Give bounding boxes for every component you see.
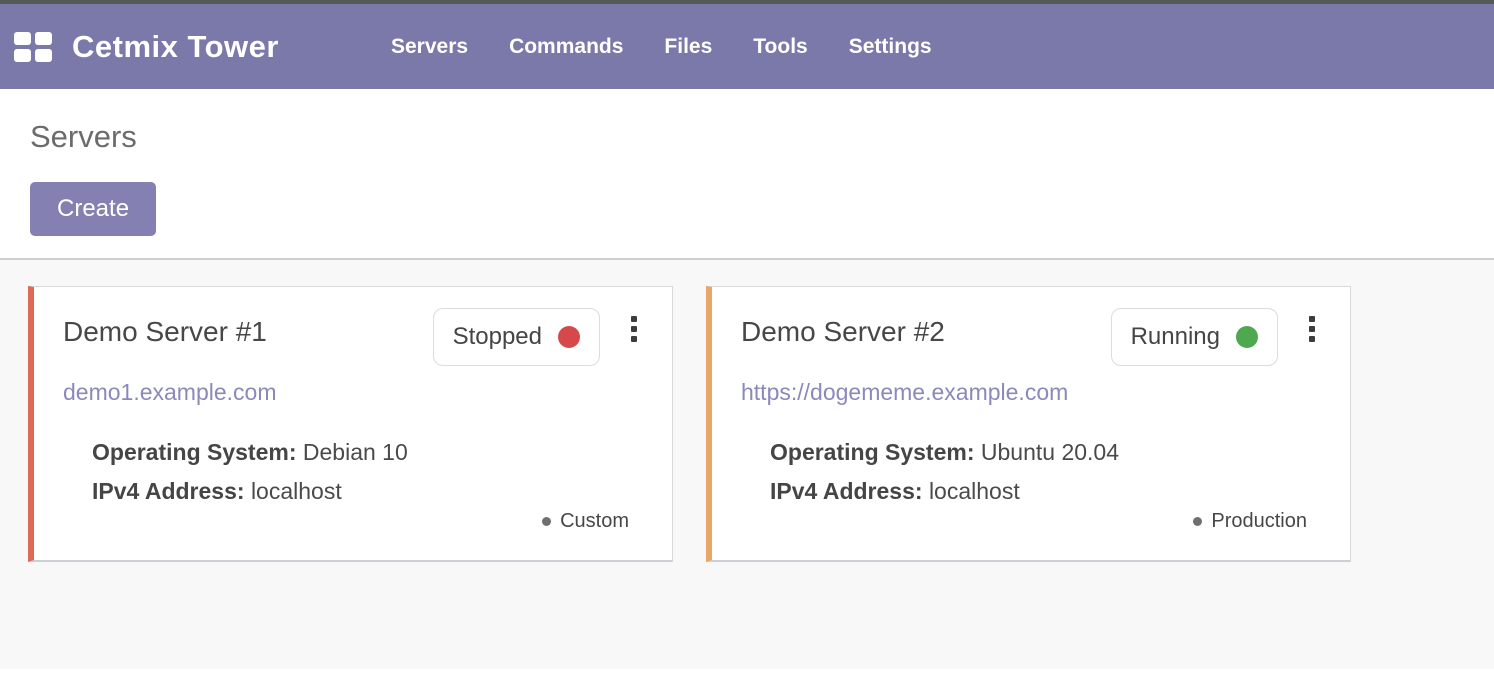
menu-item-settings[interactable]: Settings bbox=[849, 35, 932, 59]
kebab-menu-icon[interactable] bbox=[1304, 313, 1320, 345]
menu-item-servers[interactable]: Servers bbox=[391, 35, 468, 59]
menu-item-tools[interactable]: Tools bbox=[753, 35, 807, 59]
status-label: Running bbox=[1131, 323, 1220, 351]
os-label: Operating System: bbox=[92, 439, 297, 465]
ip-value: localhost bbox=[251, 478, 342, 504]
os-value: Ubuntu 20.04 bbox=[981, 439, 1119, 465]
ip-label: IPv4 Address: bbox=[92, 478, 245, 504]
server-details: Operating System: Debian 10 IPv4 Address… bbox=[92, 433, 642, 511]
kebab-menu-icon[interactable] bbox=[626, 313, 642, 345]
main-menu: Servers Commands Files Tools Settings bbox=[391, 35, 932, 59]
status-dot-icon bbox=[1236, 326, 1258, 348]
apps-grid-icon bbox=[14, 32, 53, 62]
server-tag: Custom bbox=[542, 510, 629, 533]
server-card[interactable]: Demo Server #2 Running https://dogememe.… bbox=[706, 286, 1351, 562]
os-field: Operating System: Ubuntu 20.04 bbox=[770, 433, 1320, 472]
tag-dot-icon bbox=[542, 517, 551, 526]
server-url-link[interactable]: demo1.example.com bbox=[63, 379, 277, 406]
page-header: Servers Create bbox=[0, 89, 1494, 258]
card-header: Demo Server #1 Stopped bbox=[63, 308, 642, 366]
status-label: Stopped bbox=[453, 323, 542, 351]
server-tag: Production bbox=[1193, 510, 1307, 533]
tag-label: Custom bbox=[560, 510, 629, 533]
server-card[interactable]: Demo Server #1 Stopped demo1.example.com… bbox=[28, 286, 673, 562]
os-field: Operating System: Debian 10 bbox=[92, 433, 642, 472]
server-cards-area: Demo Server #1 Stopped demo1.example.com… bbox=[0, 258, 1494, 669]
status-dot-icon bbox=[558, 326, 580, 348]
status-badge[interactable]: Stopped bbox=[433, 308, 600, 366]
card-header: Demo Server #2 Running bbox=[741, 308, 1320, 366]
menu-item-commands[interactable]: Commands bbox=[509, 35, 623, 59]
main-navbar: Cetmix Tower Servers Commands Files Tool… bbox=[0, 4, 1494, 89]
server-name: Demo Server #1 bbox=[63, 308, 433, 348]
os-label: Operating System: bbox=[770, 439, 975, 465]
ip-label: IPv4 Address: bbox=[770, 478, 923, 504]
tag-dot-icon bbox=[1193, 517, 1202, 526]
ip-value: localhost bbox=[929, 478, 1020, 504]
menu-item-files[interactable]: Files bbox=[664, 35, 712, 59]
server-name: Demo Server #2 bbox=[741, 308, 1111, 348]
ip-field: IPv4 Address: localhost bbox=[92, 472, 642, 511]
status-badge[interactable]: Running bbox=[1111, 308, 1278, 366]
page-title: Servers bbox=[30, 119, 1464, 155]
app-brand[interactable]: Cetmix Tower bbox=[72, 29, 279, 65]
create-button[interactable]: Create bbox=[30, 182, 156, 236]
os-value: Debian 10 bbox=[303, 439, 408, 465]
ip-field: IPv4 Address: localhost bbox=[770, 472, 1320, 511]
page-content: Servers Create Demo Server #1 Stopped de… bbox=[0, 89, 1494, 669]
tag-label: Production bbox=[1211, 510, 1307, 533]
server-url-link[interactable]: https://dogememe.example.com bbox=[741, 379, 1068, 406]
server-details: Operating System: Ubuntu 20.04 IPv4 Addr… bbox=[770, 433, 1320, 511]
apps-menu-button[interactable] bbox=[0, 4, 66, 89]
